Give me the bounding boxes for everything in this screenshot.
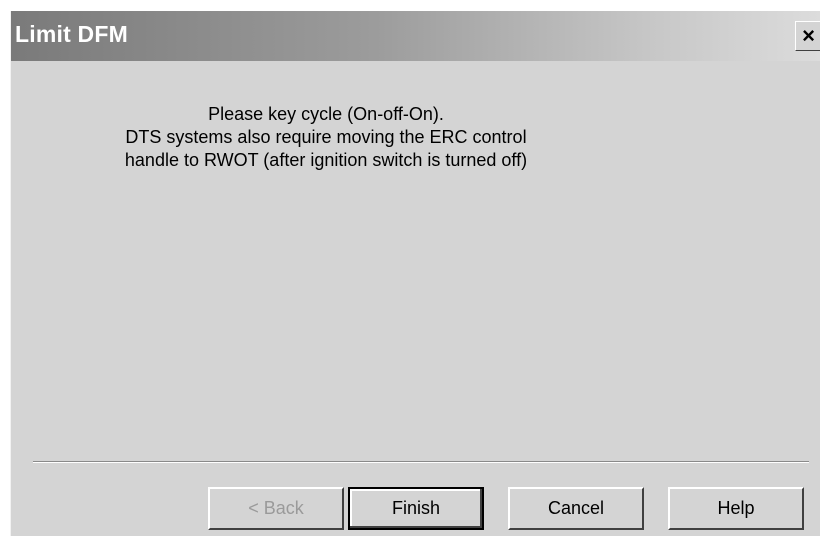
window-title: Limit DFM — [15, 21, 128, 47]
instruction-message: Please key cycle (On-off-On). DTS system… — [31, 103, 621, 172]
help-button[interactable]: Help — [668, 487, 804, 530]
back-button[interactable]: < Back — [208, 487, 344, 530]
message-line: DTS systems also require moving the ERC … — [125, 127, 527, 147]
close-icon: × — [802, 23, 815, 48]
finish-button[interactable]: Finish — [348, 487, 484, 530]
wizard-dialog: Limit DFM × Please key cycle (On-off-On)… — [10, 11, 820, 536]
message-line: handle to RWOT (after ignition switch is… — [124, 150, 528, 170]
cancel-button[interactable]: Cancel — [508, 487, 644, 530]
title-bar[interactable]: Limit DFM × — [11, 11, 820, 61]
close-button[interactable]: × — [795, 21, 820, 51]
message-line: Please key cycle (On-off-On). — [208, 104, 444, 124]
button-separator — [33, 461, 809, 463]
